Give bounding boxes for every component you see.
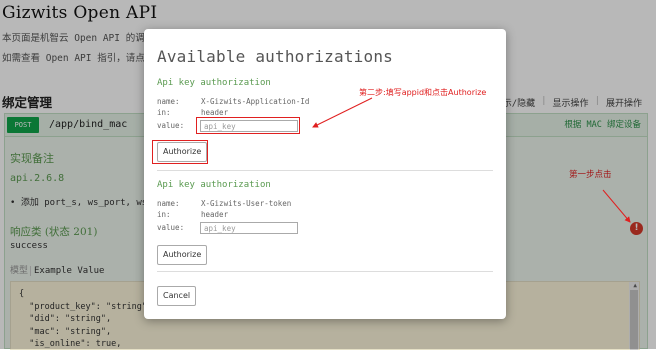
annotation-arrows <box>312 97 631 223</box>
arrow-to-error-icon <box>602 189 631 223</box>
arrow-to-api-key <box>312 97 373 128</box>
